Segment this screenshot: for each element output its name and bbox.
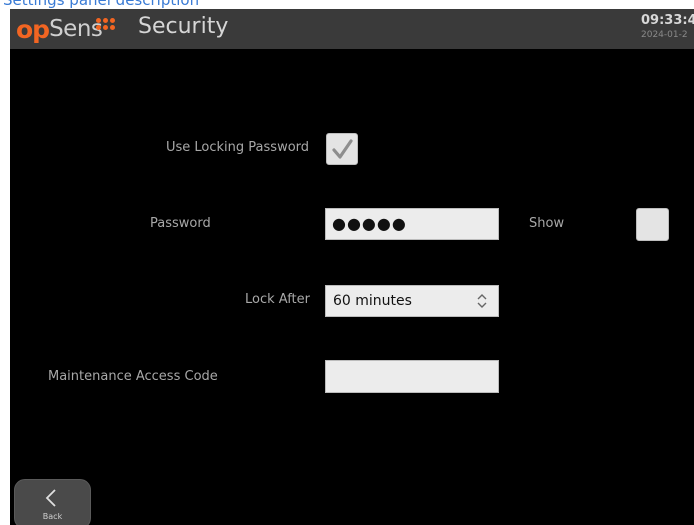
use-locking-password-label: Use Locking Password bbox=[166, 140, 310, 155]
logo-sens-text: Sens bbox=[49, 16, 103, 42]
header-bar: op Sens Security 09:33:4 2024-01-2 bbox=[10, 9, 694, 49]
clock-time: 09:33:4 bbox=[641, 13, 694, 28]
logo-op-text: op bbox=[16, 14, 50, 44]
page-title: Security bbox=[138, 14, 229, 39]
use-locking-password-checkbox[interactable] bbox=[326, 133, 358, 165]
show-label: Show bbox=[529, 216, 565, 231]
show-password-checkbox[interactable] bbox=[636, 208, 669, 241]
back-button[interactable]: Back bbox=[14, 479, 91, 525]
top-caption-text: Settings panel description bbox=[3, 0, 200, 9]
clock: 09:33:4 2024-01-2 bbox=[641, 13, 694, 41]
lock-after-label: Lock After bbox=[245, 292, 310, 307]
updown-chevron-icon bbox=[477, 294, 487, 308]
back-label: Back bbox=[42, 512, 63, 521]
device-screen: op Sens Security 09:33:4 2024-01-2 Use Lo… bbox=[10, 9, 694, 525]
clock-date: 2024-01-2 bbox=[641, 30, 688, 40]
lock-after-select[interactable]: 60 minutes bbox=[325, 285, 499, 317]
logo-dots-icon bbox=[96, 18, 118, 30]
password-field[interactable]: ●●●●● bbox=[325, 208, 499, 240]
password-label: Password bbox=[150, 216, 211, 231]
page: Settings panel description op Sens Securi… bbox=[0, 0, 694, 525]
top-caption-strip: Settings panel description bbox=[0, 0, 694, 9]
chevron-left-icon bbox=[45, 489, 56, 507]
lock-after-value: 60 minutes bbox=[333, 293, 412, 309]
opsens-logo: op Sens bbox=[16, 13, 115, 45]
password-value: ●●●●● bbox=[332, 214, 407, 233]
maintenance-access-code-label: Maintenance Access Code bbox=[48, 369, 218, 384]
checkmark-icon bbox=[332, 139, 353, 159]
maintenance-access-code-field[interactable] bbox=[325, 360, 499, 393]
